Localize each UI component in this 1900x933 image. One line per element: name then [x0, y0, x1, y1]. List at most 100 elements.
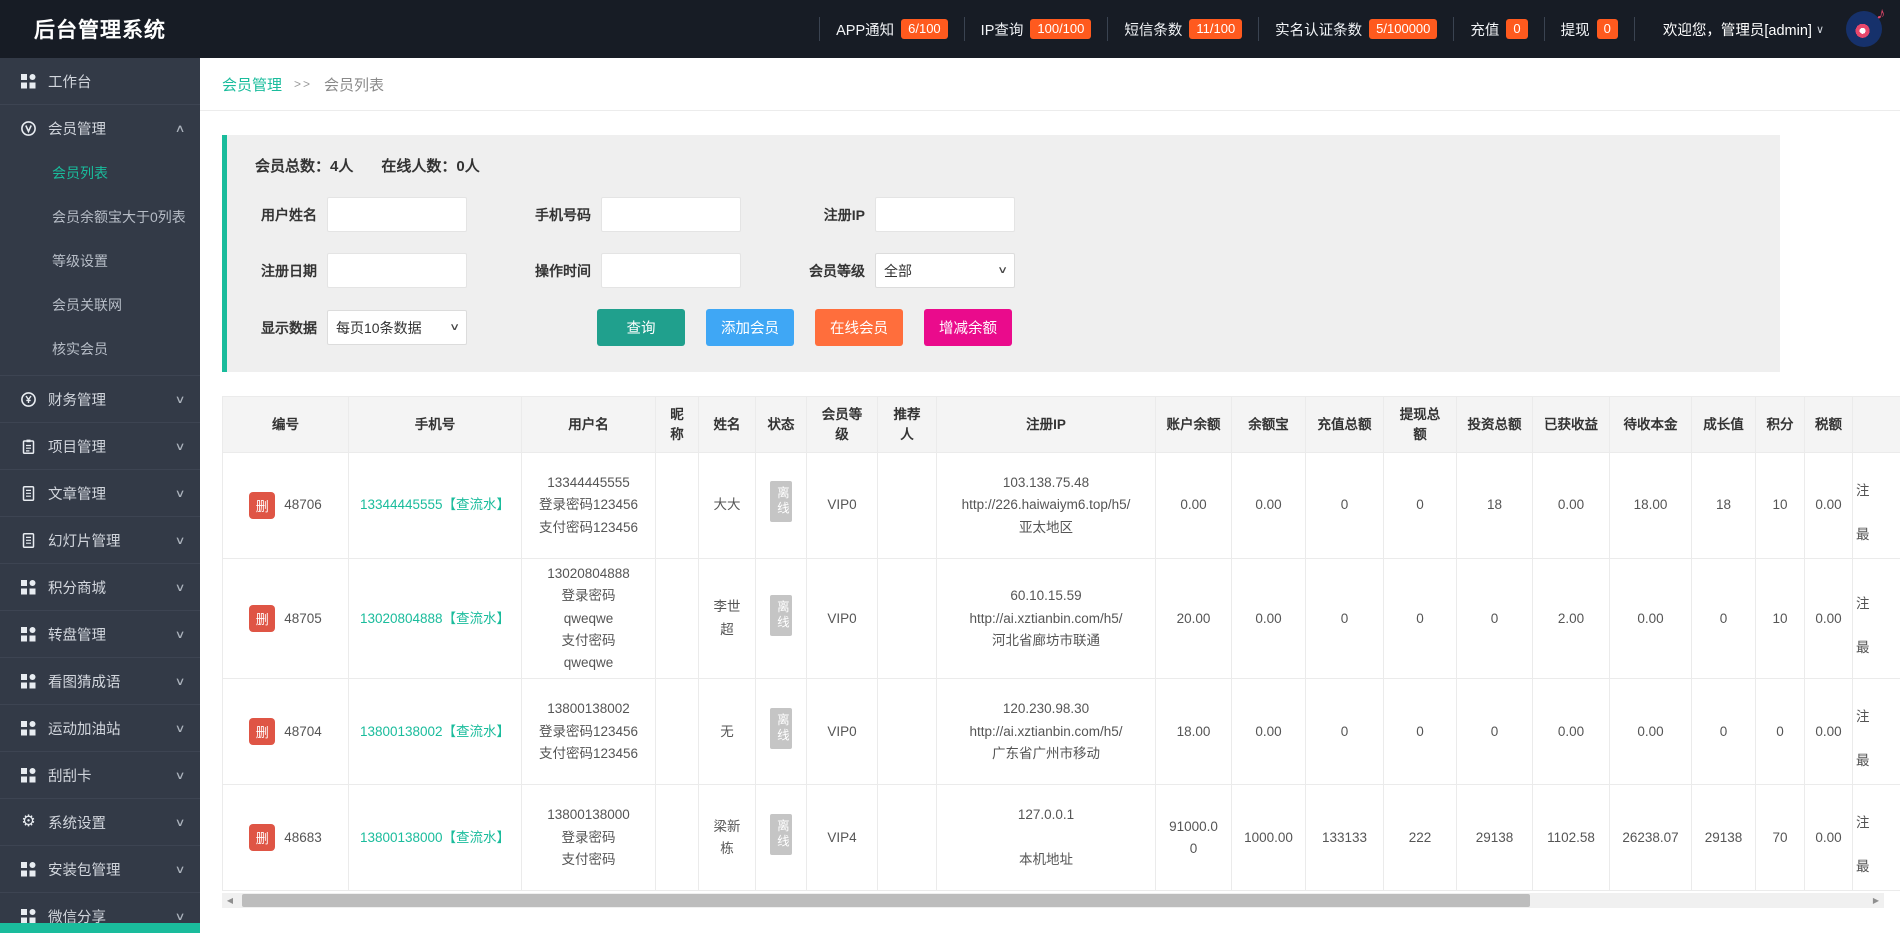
admin-welcome-dropdown[interactable]: 欢迎您，管理员[admin] ∨ — [1637, 19, 1840, 40]
delete-button[interactable]: 删 — [249, 718, 276, 746]
member-level-select[interactable]: 全部 ∨ — [875, 253, 1015, 288]
value-cell: 0.00 — [1804, 784, 1853, 892]
id-cell: 删 48705 — [222, 557, 349, 680]
filter-label: 显示数据 — [261, 319, 317, 336]
username-line: 支付密码 — [561, 632, 616, 648]
header-stat-item[interactable]: APP通知 6/100 — [822, 18, 962, 40]
sidebar-item-10[interactable]: 刮刮卡 ∨ — [0, 752, 200, 798]
sidebar-item-1[interactable]: 会员管理 ∧ — [0, 105, 200, 151]
sidebar-item-label: 幻灯片管理 — [48, 533, 121, 550]
sidebar-item-3[interactable]: 项目管理 ∨ — [0, 423, 200, 469]
sidebar-item-4[interactable]: 文章管理 ∨ — [0, 470, 200, 516]
column-header — [1852, 396, 1900, 453]
scroll-right-arrow-icon[interactable]: ▶ — [1868, 893, 1884, 909]
header-stat-item[interactable]: IP查询 100/100 — [967, 18, 1106, 40]
username-line: qweqwe — [563, 655, 614, 671]
sidebar-item-label: 运动加油站 — [48, 721, 121, 738]
filter-label: 注册日期 — [261, 262, 317, 279]
scrollbar-thumb[interactable] — [242, 894, 1530, 908]
chevron-down-icon: ∨ — [174, 393, 186, 406]
sidebar-block: 运动加油站 ∨ — [0, 705, 200, 752]
avatar[interactable]: ♪ — [1846, 3, 1887, 47]
phone-flow-link[interactable]: 13344445555【查流水】 — [360, 497, 510, 512]
header-stat-item[interactable]: 充值 0 — [1456, 18, 1541, 40]
value-cell: 0 — [1305, 678, 1384, 786]
sidebar-subitem[interactable]: 核实会员 — [0, 327, 200, 371]
grid-icon — [20, 767, 37, 784]
operate-time-input[interactable] — [601, 253, 741, 288]
phone-flow-link[interactable]: 13800138002【查流水】 — [360, 724, 510, 739]
sidebar-item-5[interactable]: 幻灯片管理 ∨ — [0, 517, 200, 563]
filter-group: 操作时间 — [529, 253, 741, 288]
value-cell: 2.00 — [1532, 557, 1610, 680]
sidebar-subitem[interactable]: 会员关联网 — [0, 283, 200, 327]
page-size-select[interactable]: 每页10条数据 ∨ — [327, 310, 467, 345]
username-input[interactable] — [327, 197, 467, 232]
name-cell: 李世超 — [698, 557, 756, 680]
breadcrumb: 会员管理 >> 会员列表 — [200, 58, 1900, 111]
sidebar-block: 幻灯片管理 ∨ — [0, 517, 200, 564]
ip-line: http://ai.xztianbin.com/h5/ — [969, 723, 1123, 739]
sidebar-submenu: 会员列表 会员余额宝大于0列表 等级设置 会员关联网 核实会员 — [0, 151, 200, 375]
chevron-down-icon: ∨ — [174, 628, 186, 641]
chevron-down-icon: ∨ — [1815, 23, 1824, 36]
sidebar-item-12[interactable]: 安装包管理 ∨ — [0, 846, 200, 892]
add-member-button[interactable]: 添加会员 — [706, 309, 794, 346]
table-row: 删 48706 13344445555【查流水】 13344445555 登录密码123… — [222, 452, 1900, 559]
search-button[interactable]: 查询 — [597, 309, 685, 346]
sidebar-item-2[interactable]: 财务管理 ∨ — [0, 376, 200, 422]
phone-input[interactable] — [601, 197, 741, 232]
chevron-down-icon: ∨ — [174, 581, 186, 594]
header-stat-item[interactable]: 提现 0 — [1547, 18, 1632, 40]
scroll-left-arrow-icon[interactable]: ◀ — [222, 893, 238, 909]
chevron-down-icon: ∨ — [448, 322, 460, 333]
top-header: 后台管理系统 APP通知 6/100 IP查询 100/100 短信条数 11/100 实名… — [0, 0, 1900, 58]
sidebar-item-9[interactable]: 运动加油站 ∨ — [0, 705, 200, 751]
chevron-down-icon: ∨ — [996, 265, 1008, 276]
grid-icon — [20, 720, 37, 737]
level-cell: VIP0 — [806, 678, 878, 786]
value-cell: 0 — [1691, 678, 1756, 786]
sidebar-subitem-active[interactable]: 会员列表 — [0, 151, 200, 195]
username-line: 13800138000 — [547, 807, 630, 823]
column-header: 昵称 — [655, 396, 699, 453]
register-ip-input[interactable] — [875, 197, 1015, 232]
status-cell: 离线 — [755, 784, 807, 892]
value-cell: 18.00 — [1609, 452, 1692, 559]
clipped-line: 注 — [1856, 709, 1870, 725]
sidebar-item-6[interactable]: 积分商城 ∨ — [0, 564, 200, 610]
delete-button[interactable]: 删 — [249, 492, 276, 519]
sidebar-item-11[interactable]: ⚙ 系统设置 ∨ — [0, 799, 200, 845]
phone-flow-link[interactable]: 13800138000【查流水】 — [360, 830, 510, 845]
breadcrumb-parent-link[interactable]: 会员管理 — [222, 74, 282, 95]
sidebar-item-label: 会员管理 — [48, 121, 106, 138]
adjust-balance-button[interactable]: 增减余额 — [924, 309, 1012, 346]
sidebar-subitem[interactable]: 等级设置 — [0, 239, 200, 283]
online-members-button[interactable]: 在线会员 — [815, 309, 903, 346]
sidebar-item-7[interactable]: 转盘管理 ∨ — [0, 611, 200, 657]
header-stat-label: IP查询 — [980, 22, 1024, 39]
column-header: 成长值 — [1691, 396, 1756, 453]
chevron-up-icon: ∧ — [174, 122, 186, 135]
summary-value: 0人 — [456, 158, 480, 175]
header-stat-label: 实名认证条数 — [1275, 22, 1363, 39]
header-stat-item[interactable]: 短信条数 11/100 — [1110, 18, 1256, 40]
value-cell: 18.00 — [1155, 678, 1232, 786]
register-date-input[interactable] — [327, 253, 467, 288]
sidebar-item-0[interactable]: 工作台 — [0, 58, 200, 104]
sidebar-subitem[interactable]: 会员余额宝大于0列表 — [0, 195, 200, 239]
chevron-down-icon: ∨ — [174, 816, 186, 829]
delete-button[interactable]: 删 — [249, 605, 276, 633]
ip-line: 本机地址 — [1019, 851, 1073, 867]
sidebar-item-label: 项目管理 — [48, 439, 106, 456]
horizontal-scrollbar[interactable]: ◀ ▶ — [222, 893, 1884, 909]
scrollbar-track[interactable] — [238, 893, 1868, 909]
table-row: 删 48683 13800138000【查流水】 13800138000 登录密码 支付密… — [222, 784, 1900, 892]
sidebar: 工作台 会员管理 ∧ 会员列表 会员余额宝大于0列表 等级设置 会员关联网 核实会员 财务管理 ∨… — [0, 58, 200, 933]
sidebar-item-8[interactable]: 看图猜成语 ∨ — [0, 658, 200, 704]
column-header: 税额 — [1804, 396, 1853, 453]
phone-flow-link[interactable]: 13020804888【查流水】 — [360, 611, 510, 626]
delete-button[interactable]: 删 — [249, 824, 276, 852]
header-stat-item[interactable]: 实名认证条数 5/100000 — [1261, 18, 1451, 40]
column-header: 注册IP — [936, 396, 1156, 453]
